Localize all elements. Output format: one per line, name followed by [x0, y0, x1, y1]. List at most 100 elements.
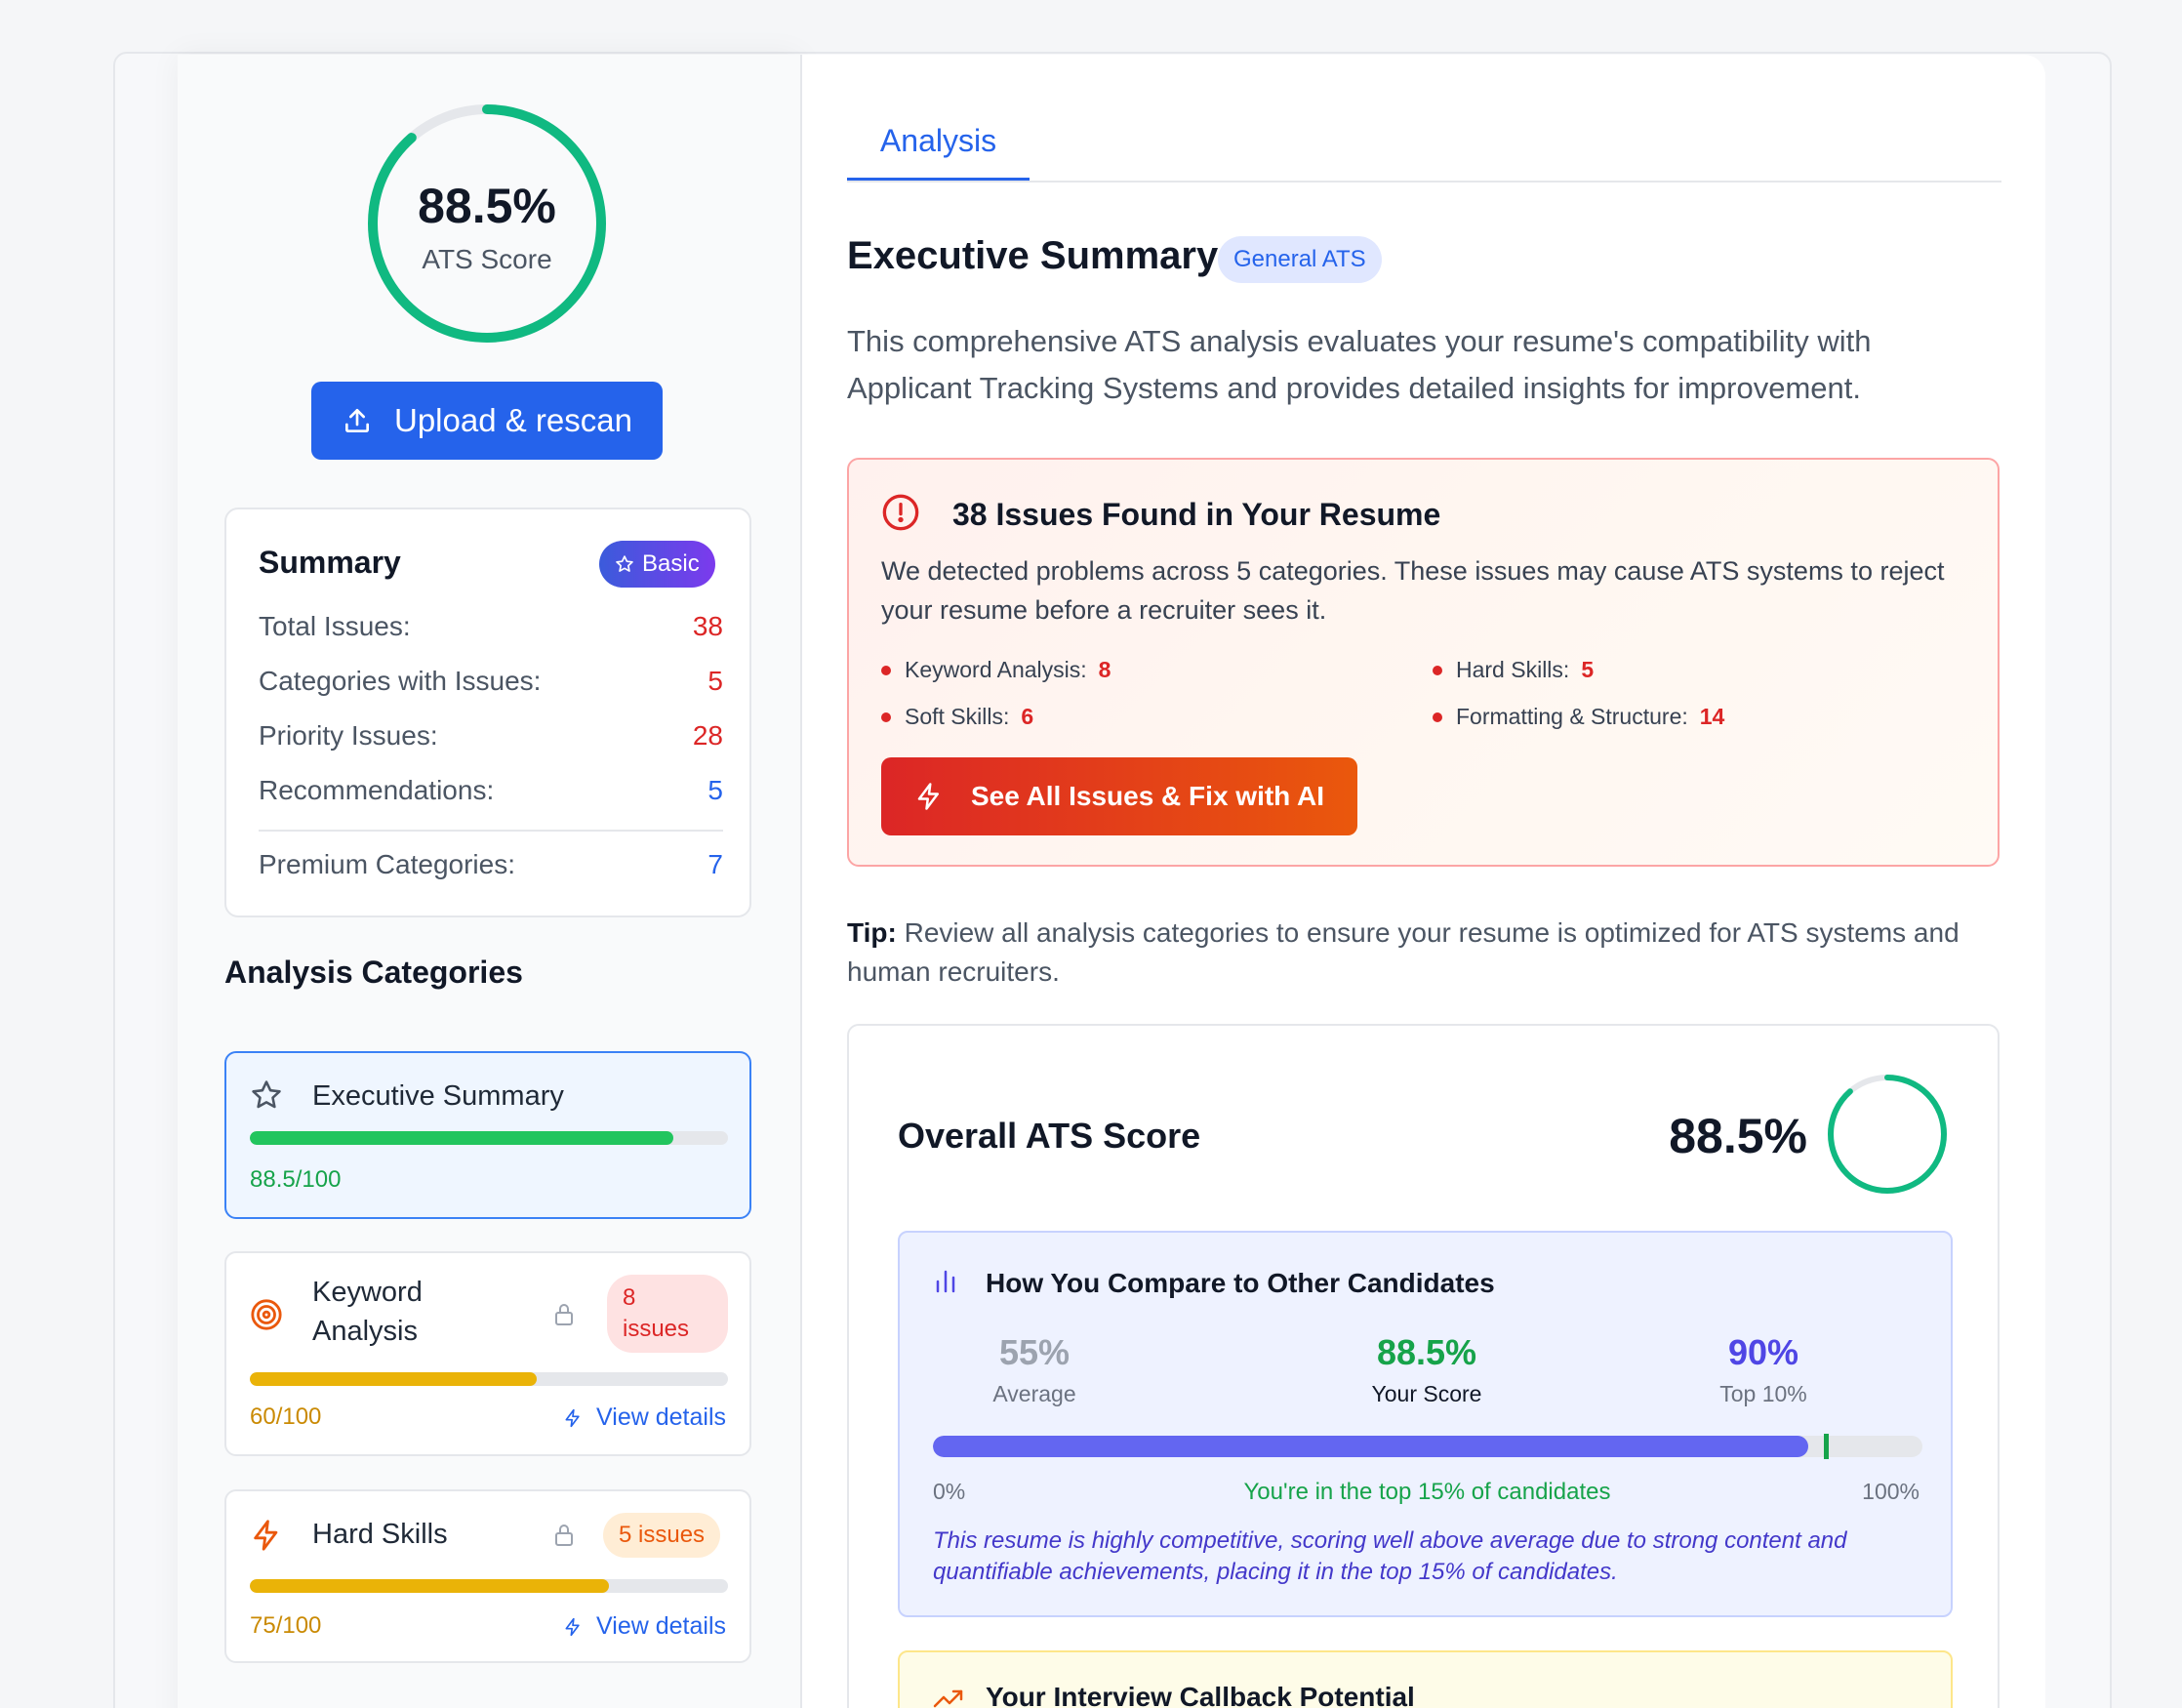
category-name-line: Analysis — [312, 1316, 418, 1347]
summary-label: Premium Categories: — [259, 849, 515, 879]
category-progress-bar — [250, 1131, 728, 1145]
overall-title: Overall ATS Score — [898, 1116, 1201, 1156]
issues-word: issues — [623, 1316, 690, 1342]
summary-value: 7 — [707, 849, 723, 879]
category-name: Executive Summary — [312, 1080, 564, 1112]
ats-score-ring: 88.5% ATS Score — [365, 102, 609, 346]
bullet — [881, 665, 891, 675]
issue-count: 6 — [1021, 704, 1034, 729]
issues-alert: 38 Issues Found in Your Resume We detect… — [847, 458, 2000, 867]
category-progress-bar — [250, 1372, 728, 1386]
bolt-icon — [565, 1617, 580, 1636]
tab-divider — [847, 181, 2001, 183]
ats-score-label: ATS Score — [422, 244, 552, 274]
category-score: 88.5/100 — [250, 1166, 342, 1193]
summary-row-priority: Priority Issues: 28 — [259, 720, 723, 752]
stat-value: 88.5% — [1376, 1332, 1477, 1372]
lock-icon — [555, 1304, 573, 1325]
summary-value: 5 — [707, 775, 723, 805]
categories-heading: Analysis Categories — [224, 955, 523, 990]
ats-type-badge: General ATS — [1218, 236, 1382, 283]
bolt-icon — [254, 1520, 278, 1551]
upload-rescan-label: Upload & rescan — [394, 402, 632, 438]
plan-badge-label: Basic — [642, 550, 700, 577]
summary-value: 5 — [707, 666, 723, 696]
upload-rescan-button[interactable]: Upload & rescan — [311, 382, 663, 460]
tip-label: Tip: — [847, 917, 897, 948]
bullet — [1433, 712, 1442, 722]
summary-title: Summary — [259, 545, 401, 580]
star-icon — [616, 555, 633, 572]
issue-label: Hard Skills: — [1456, 657, 1570, 682]
bolt-icon — [565, 1408, 580, 1427]
callback-title: Your Interview Callback Potential — [986, 1682, 1415, 1708]
divider — [259, 830, 723, 832]
star-icon — [252, 1080, 281, 1109]
view-details-link[interactable]: View details — [563, 1612, 726, 1641]
lock-icon — [555, 1525, 573, 1546]
comparison-note: This resume is highly competitive, scori… — [933, 1527, 1847, 1585]
category-score: 60/100 — [250, 1403, 322, 1430]
issue-count: 5 — [1581, 657, 1595, 682]
comparison-panel: How You Compare to Other Candidates 55% … — [898, 1231, 1953, 1617]
overall-score-ring — [1828, 1075, 1947, 1194]
overall-score-card: Overall ATS Score 88.5% How You Compare … — [847, 1024, 2000, 1708]
fix-with-ai-label: See All Issues & Fix with AI — [970, 781, 1325, 811]
issue-label: Soft Skills: — [905, 704, 1010, 729]
bolt-icon — [917, 783, 939, 810]
summary-label: Total Issues: — [259, 611, 411, 641]
bullet — [881, 712, 891, 722]
issue-count: 14 — [1699, 704, 1725, 729]
summary-value: 28 — [692, 720, 723, 751]
comparison-bar — [933, 1436, 1922, 1457]
summary-row-recommendations: Recommendations: 5 — [259, 775, 723, 806]
overall-score-value: 88.5% — [1669, 1109, 1807, 1163]
plan-badge: Basic — [599, 541, 715, 588]
issue-label: Formatting & Structure: — [1456, 704, 1688, 729]
view-details-label: View details — [596, 1403, 726, 1431]
category-name: Keyword Analysis — [312, 1273, 423, 1351]
stat-label: Your Score — [1371, 1381, 1482, 1406]
tip-body: Review all analysis categories to ensure… — [847, 917, 1960, 987]
stat-label: Top 10% — [1719, 1381, 1807, 1406]
bar-chart-icon — [936, 1270, 955, 1293]
issue-item-formatting: Formatting & Structure: 14 — [1433, 704, 1724, 730]
tip-text: Tip: Review all analysis categories to e… — [847, 914, 2008, 992]
fix-with-ai-button[interactable]: See All Issues & Fix with AI — [881, 757, 1357, 835]
issue-label: Keyword Analysis: — [905, 657, 1087, 682]
issues-badge: 8 issues — [607, 1275, 728, 1353]
category-keyword-analysis[interactable]: Keyword Analysis 8 issues 60/100 View de… — [224, 1251, 751, 1456]
issue-item-soft-skills: Soft Skills: 6 — [881, 704, 1033, 730]
summary-label: Priority Issues: — [259, 720, 438, 751]
issue-item-hard-skills: Hard Skills: 5 — [1433, 657, 1594, 683]
stat-value: 90% — [1727, 1332, 1799, 1372]
tab-analysis[interactable]: Analysis — [847, 94, 1030, 182]
category-score: 75/100 — [250, 1612, 322, 1639]
stat-label: Average — [992, 1381, 1076, 1406]
upload-icon — [345, 409, 369, 432]
view-details-label: View details — [596, 1612, 726, 1640]
page-title: Executive Summary — [847, 234, 1219, 277]
category-hard-skills[interactable]: Hard Skills 5 issues 75/100 View details — [224, 1489, 751, 1663]
summary-label: Recommendations: — [259, 775, 495, 805]
target-icon — [251, 1299, 282, 1330]
stat-average: 55% Average — [888, 1332, 1181, 1407]
category-executive-summary[interactable]: Executive Summary 88.5/100 — [224, 1051, 751, 1219]
top-10-marker — [1823, 1434, 1829, 1459]
issue-count: 8 — [1098, 657, 1111, 682]
category-name-line: Keyword — [312, 1277, 423, 1308]
page-description: This comprehensive ATS analysis evaluate… — [847, 324, 1872, 405]
ats-score-value: 88.5% — [418, 179, 556, 233]
issues-badge: 5 issues — [603, 1513, 721, 1558]
summary-value: 38 — [692, 611, 723, 641]
comparison-title: How You Compare to Other Candidates — [986, 1268, 1495, 1298]
issues-description: We detected problems across 5 categories… — [881, 556, 1945, 625]
stat-value: 55% — [998, 1332, 1071, 1372]
bar-max-label: 100% — [1862, 1479, 1919, 1504]
alert-circle-icon — [882, 494, 919, 531]
category-progress-fill — [250, 1579, 609, 1593]
view-details-link[interactable]: View details — [563, 1403, 726, 1432]
stat-top-10: 90% Top 10% — [1617, 1332, 1910, 1407]
summary-label: Categories with Issues: — [259, 666, 542, 696]
category-name: Hard Skills — [312, 1519, 448, 1550]
